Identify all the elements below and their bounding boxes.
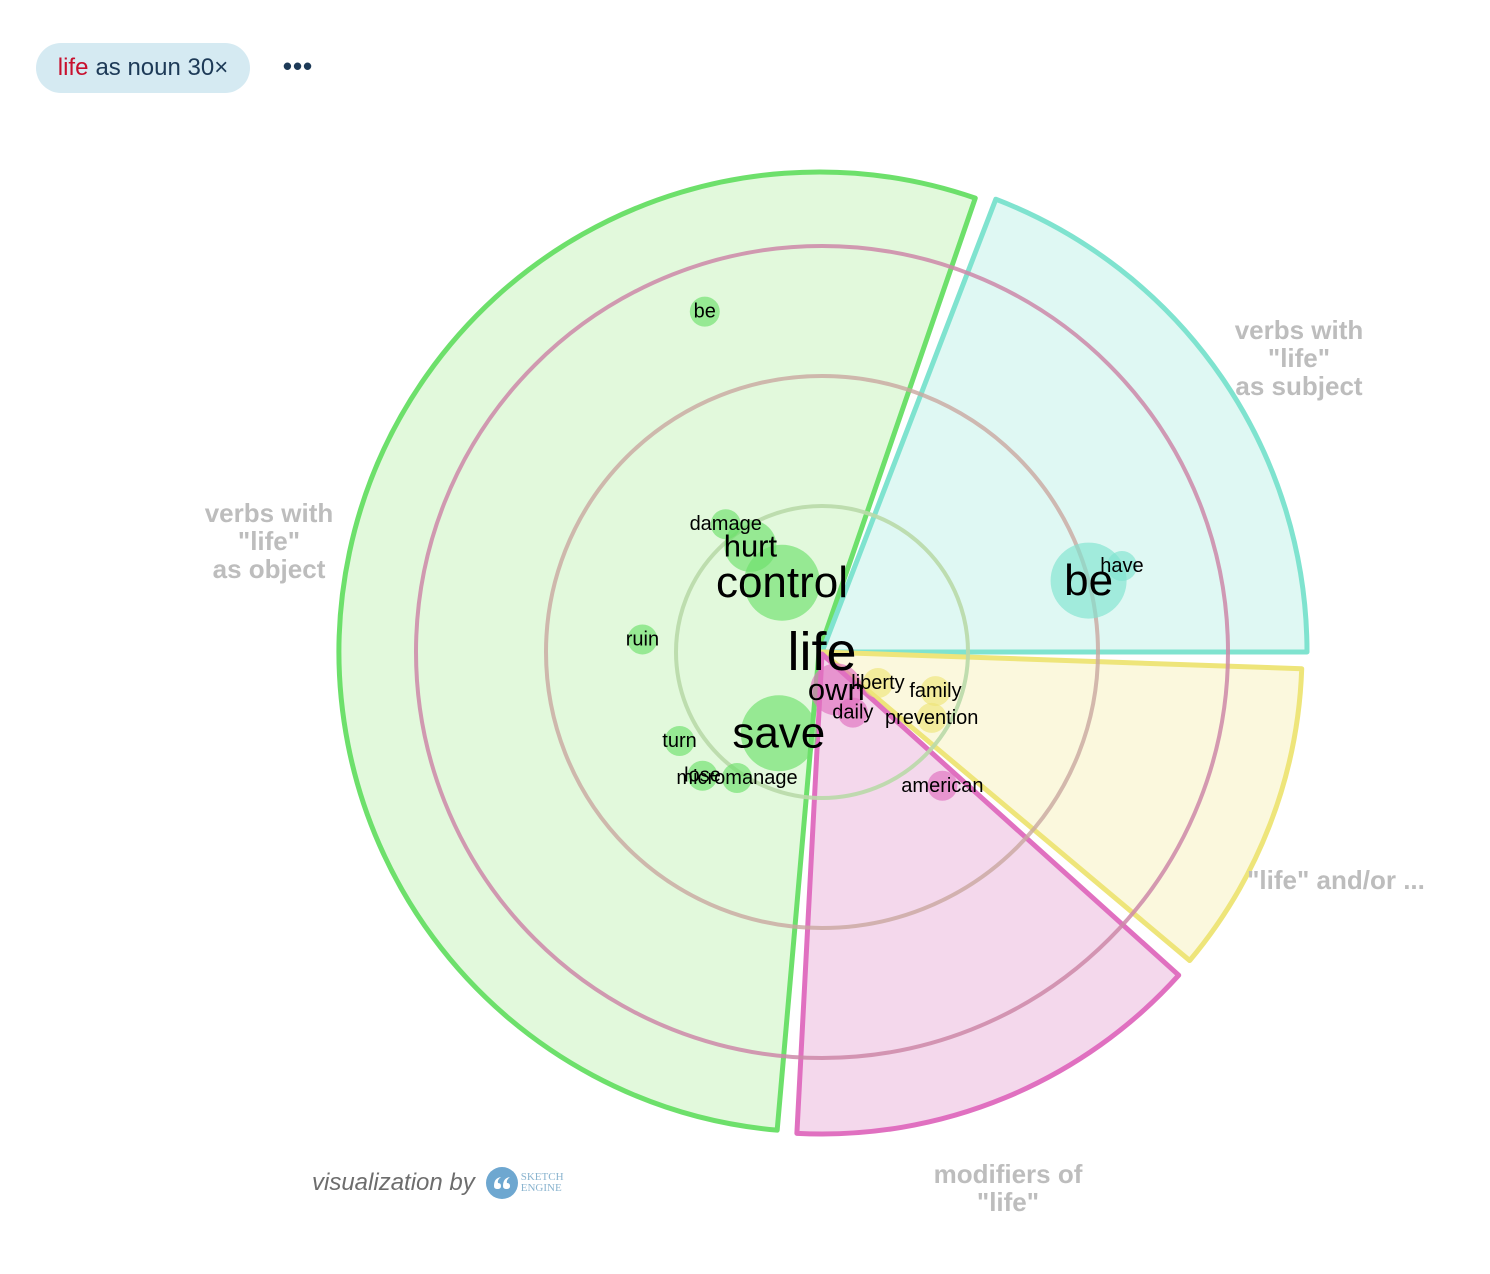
- section-label-subject: verbs with "life" as subject: [1235, 315, 1364, 401]
- word-andor-prevention[interactable]: prevention: [885, 707, 978, 729]
- sketch-engine-logo-icon: [485, 1167, 518, 1199]
- word-andor-family[interactable]: family: [909, 680, 961, 702]
- center-word: life: [787, 622, 856, 682]
- word-object-damage[interactable]: damage: [690, 513, 762, 535]
- word-object-turn[interactable]: turn: [662, 730, 696, 752]
- section-label-modifiers: modifiers of "life": [934, 1159, 1083, 1217]
- sketch-engine-logo[interactable]: SKETCH ENGINE: [485, 1166, 564, 1200]
- word-object-be[interactable]: be: [694, 301, 716, 323]
- word-sketch-visualization: controlhurtdamageruinsaveturnlosemicroma…: [205, 169, 1425, 1217]
- credit-text: visualization by: [312, 1169, 475, 1196]
- visualization-credit: visualization by SKETCH ENGINE: [312, 1163, 564, 1203]
- word-modifiers-daily[interactable]: daily: [832, 702, 873, 724]
- word-object-ruin[interactable]: ruin: [626, 628, 659, 650]
- word-object-save[interactable]: save: [732, 709, 825, 758]
- logo-line-2: ENGINE: [520, 1182, 562, 1194]
- word-object-micromanage[interactable]: micromanage: [676, 767, 797, 789]
- sketch-engine-logo-text: SKETCH ENGINE: [521, 1172, 564, 1194]
- word-modifiers-american[interactable]: american: [901, 775, 983, 797]
- word-object-control[interactable]: control: [716, 558, 848, 607]
- section-label-andor: "life" and/or ...: [1247, 865, 1425, 895]
- word-subject-have[interactable]: have: [1100, 555, 1143, 577]
- section-label-object: verbs with "life" as object: [205, 498, 334, 584]
